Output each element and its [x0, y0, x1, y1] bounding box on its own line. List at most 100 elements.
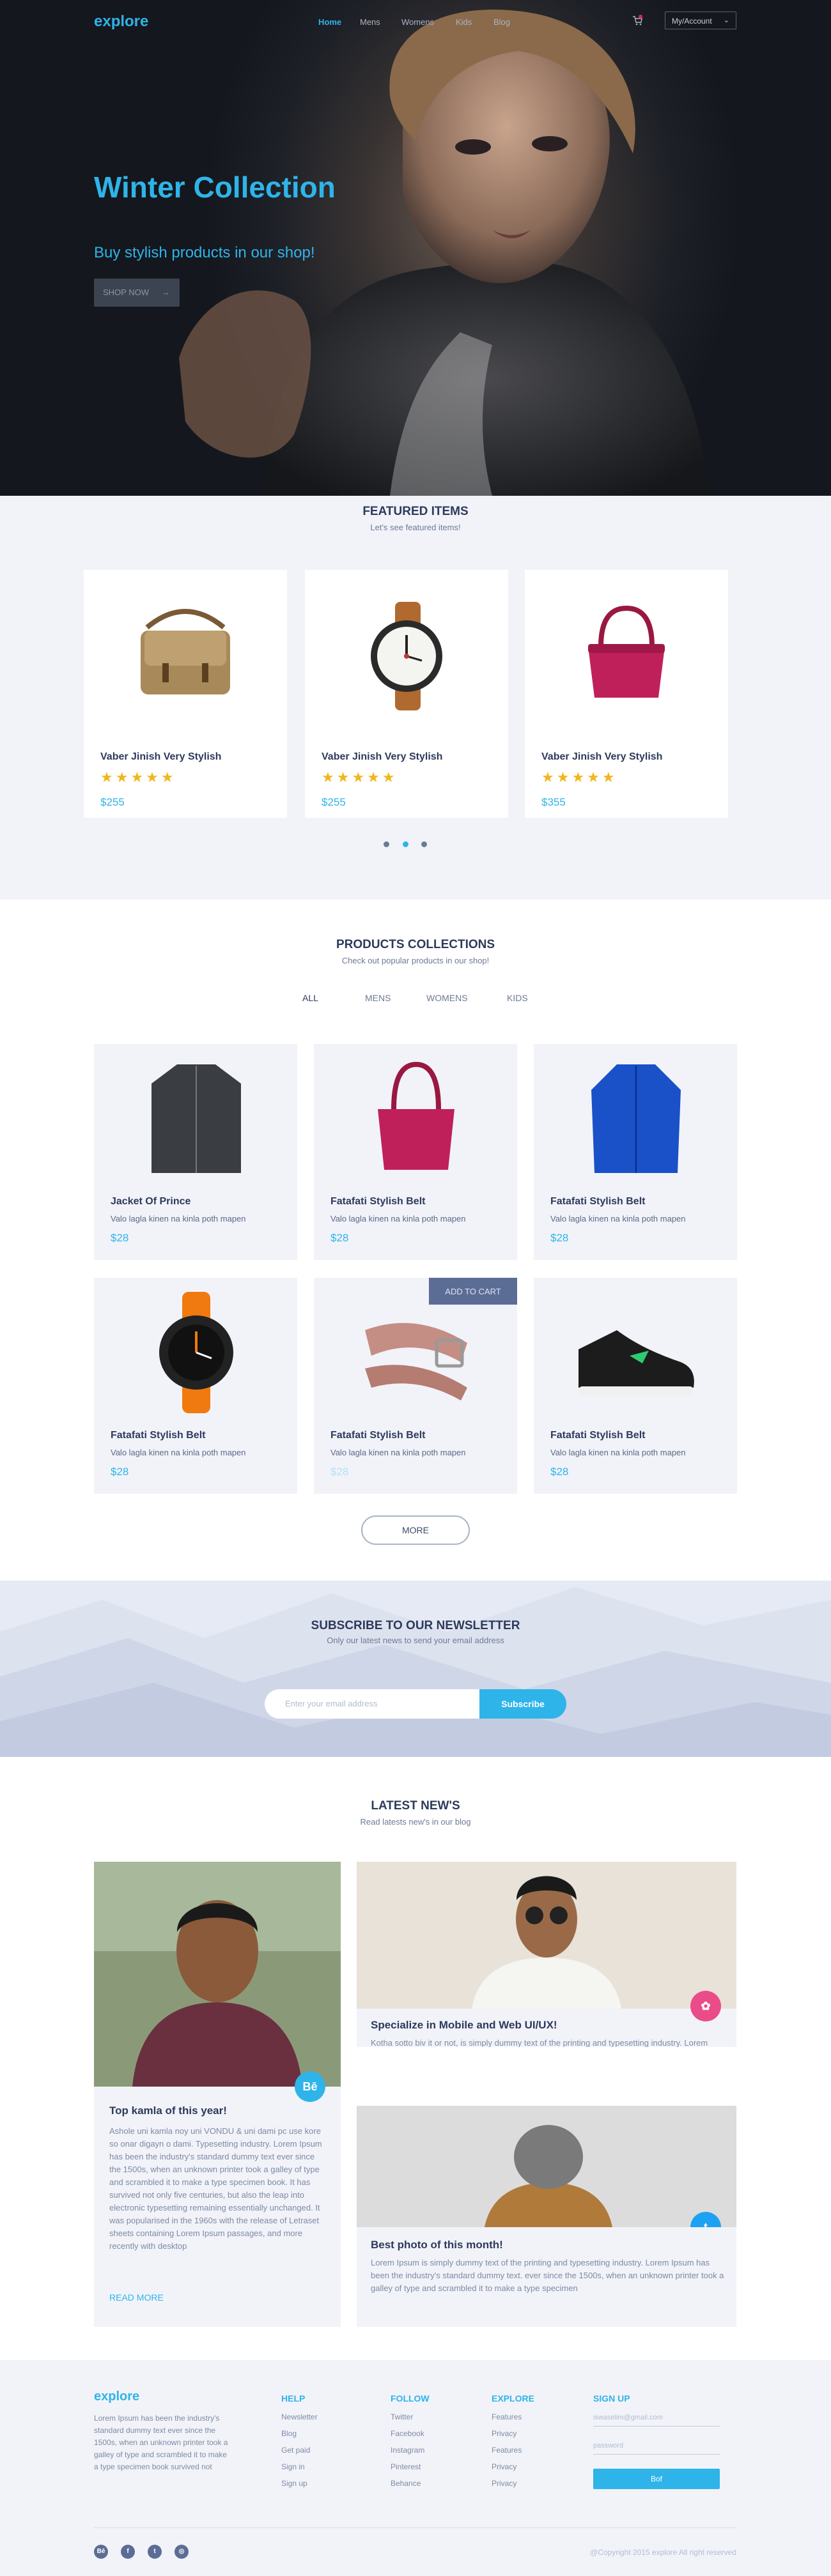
news-card[interactable]: ✿ Specialize in Mobile and Web UI/UX! Ko… — [357, 1862, 736, 2047]
messenger-bag-image — [141, 609, 230, 694]
shop-now-button[interactable]: SHOP NOW → — [94, 279, 180, 307]
carousel-dot[interactable] — [384, 841, 389, 847]
newsletter-subtitle: Only our latest news to send your email … — [327, 1636, 504, 1645]
behance-icon[interactable]: Bē — [295, 2071, 325, 2102]
footer-link[interactable]: Blog — [281, 2429, 297, 2438]
dribbble-icon[interactable]: ◎ — [175, 2545, 189, 2559]
product-card[interactable]: Fatafati Stylish Belt Valo lagla kinen n… — [94, 1278, 297, 1494]
behance-icon[interactable]: Bē — [94, 2545, 108, 2559]
product-name: Fatafati Stylish Belt — [330, 1196, 426, 1207]
star-rating: ★★★★★ — [100, 769, 176, 785]
account-dropdown[interactable]: My/Account ⌄ — [665, 12, 736, 29]
footer-link[interactable]: Privacy — [492, 2462, 516, 2471]
news-subtitle: Read latests new's in our blog — [360, 1817, 471, 1827]
product-price: $28 — [550, 1232, 569, 1244]
nav-kids[interactable]: Kids — [456, 17, 472, 27]
product-price: $255 — [322, 796, 346, 808]
product-name: Vaber Jinish Very Stylish — [100, 751, 222, 762]
mountains-background — [0, 1587, 831, 1757]
blue-jacket-image — [591, 1064, 681, 1173]
product-card[interactable]: Fatafati Stylish Belt Valo lagla kinen n… — [534, 1044, 737, 1260]
product-name: Fatafati Stylish Belt — [111, 1430, 206, 1441]
footer-col-title: EXPLORE — [492, 2393, 534, 2404]
footer-logo[interactable]: explore — [94, 2389, 139, 2404]
footer-col-title: FOLLOW — [391, 2393, 430, 2404]
news-headline: Specialize in Mobile and Web UI/UX! — [371, 2019, 557, 2031]
product-price: $255 — [100, 796, 125, 808]
orange-watch-image — [159, 1292, 233, 1413]
product-price: $28 — [111, 1232, 129, 1244]
twitter-icon[interactable]: t — [148, 2545, 162, 2559]
footer-link[interactable]: Newsletter — [281, 2412, 318, 2421]
hero-subtitle: Buy stylish products in our shop! — [94, 244, 315, 261]
news-headline: Best photo of this month! — [371, 2239, 503, 2251]
product-card[interactable]: Fatafati Stylish Belt Valo lagla kinen n… — [534, 1278, 737, 1494]
copyright: @Copyright 2015 explore All right reserv… — [590, 2548, 736, 2557]
news-card[interactable]: Bē Top kamla of this year! Ashole uni ka… — [94, 1862, 341, 2327]
footer-link[interactable]: Sign in — [281, 2462, 305, 2471]
news-photo — [357, 2106, 736, 2227]
filter-all[interactable]: ALL — [302, 993, 318, 1003]
newsletter-email-input[interactable]: Enter your email address — [265, 1689, 479, 1719]
footer-link[interactable]: Behance — [391, 2479, 421, 2488]
shop-now-label: SHOP NOW — [103, 288, 149, 297]
footer-link[interactable]: Privacy — [492, 2429, 516, 2438]
footer-password-input[interactable]: password — [593, 2439, 720, 2455]
featured-card[interactable]: Vaber Jinish Very Stylish ★★★★★ $255 — [84, 570, 287, 818]
product-desc: Valo lagla kinen na kinla poth mapen — [330, 1214, 466, 1223]
featured-card[interactable]: Vaber Jinish Very Stylish ★★★★★ $355 — [525, 570, 728, 818]
nav-womens[interactable]: Womens — [401, 17, 434, 27]
footer-link[interactable]: Facebook — [391, 2429, 424, 2438]
footer-link[interactable]: Features — [492, 2412, 522, 2421]
news-section: LATEST NEW'S Read latests new's in our b… — [0, 1757, 831, 2360]
filter-womens[interactable]: WOMENS — [426, 993, 468, 1003]
nav-mens[interactable]: Mens — [360, 17, 380, 27]
product-card[interactable]: Jacket Of Prince Valo lagla kinen na kin… — [94, 1044, 297, 1260]
featured-card[interactable]: Vaber Jinish Very Stylish ★★★★★ $255 — [305, 570, 508, 818]
news-card[interactable]: t Best photo of this month! Lorem Ipsum … — [357, 2106, 736, 2327]
handbag-image — [588, 605, 665, 698]
footer-signup-button[interactable]: Bof — [593, 2469, 720, 2489]
footer: explore Lorem Ipsum has been the industr… — [0, 2360, 831, 2576]
more-button[interactable]: MORE — [361, 1515, 470, 1545]
footer-link[interactable]: Instagram — [391, 2446, 424, 2455]
filter-mens[interactable]: MENS — [365, 993, 391, 1003]
footer-link[interactable]: Privacy — [492, 2479, 516, 2488]
footer-link[interactable]: Sign up — [281, 2479, 307, 2488]
product-card[interactable]: Fatafati Stylish Belt Valo lagla kinen n… — [314, 1044, 517, 1260]
nav-home[interactable]: Home — [318, 17, 341, 27]
subscribe-button[interactable]: Subscribe — [479, 1689, 566, 1719]
footer-about: Lorem Ipsum has been the industry's stan… — [94, 2414, 228, 2471]
read-more-link[interactable]: READ MORE — [109, 2292, 164, 2303]
star-rating: ★★★★★ — [541, 769, 617, 785]
product-price: $355 — [541, 796, 566, 808]
chevron-down-icon: ⌄ — [723, 17, 729, 24]
footer-link[interactable]: Pinterest — [391, 2462, 421, 2471]
add-to-cart-button[interactable]: ADD TO CART — [429, 1278, 517, 1305]
products-subtitle: Check out popular products in our shop! — [341, 956, 490, 965]
footer-link[interactable]: Features — [492, 2446, 522, 2455]
product-name: Vaber Jinish Very Stylish — [322, 751, 443, 762]
product-price: $28 — [330, 1232, 349, 1244]
carousel-dot-active[interactable] — [403, 841, 408, 847]
cart-icon[interactable] — [632, 14, 643, 26]
nav-blog[interactable]: Blog — [493, 17, 510, 27]
logo[interactable]: explore — [94, 13, 148, 31]
hero-title: Winter Collection — [94, 171, 336, 204]
news-photo — [357, 1862, 736, 2009]
footer-link[interactable]: Get paid — [281, 2446, 310, 2455]
product-name: Fatafati Stylish Belt — [330, 1430, 426, 1441]
filter-kids[interactable]: KIDS — [507, 993, 528, 1003]
belt-image — [365, 1322, 467, 1400]
products-section: PRODUCTS COLLECTIONS Check out popular p… — [0, 900, 831, 1581]
facebook-icon[interactable]: f — [121, 2545, 135, 2559]
hero-section: explore Home Mens Womens Kids Blog My/Ac… — [0, 0, 831, 496]
footer-divider — [94, 2527, 736, 2528]
product-card[interactable]: Fatafati Stylish Belt Valo lagla kinen n… — [314, 1278, 517, 1494]
footer-email-input[interactable]: iswaselim@gmail.com — [593, 2411, 720, 2426]
product-desc: Valo lagla kinen na kinla poth mapen — [330, 1448, 466, 1457]
footer-link[interactable]: Twitter — [391, 2412, 413, 2421]
dribbble-icon[interactable]: ✿ — [690, 1991, 721, 2021]
carousel-dot[interactable] — [421, 841, 427, 847]
arrow-right-icon: → — [161, 288, 170, 297]
